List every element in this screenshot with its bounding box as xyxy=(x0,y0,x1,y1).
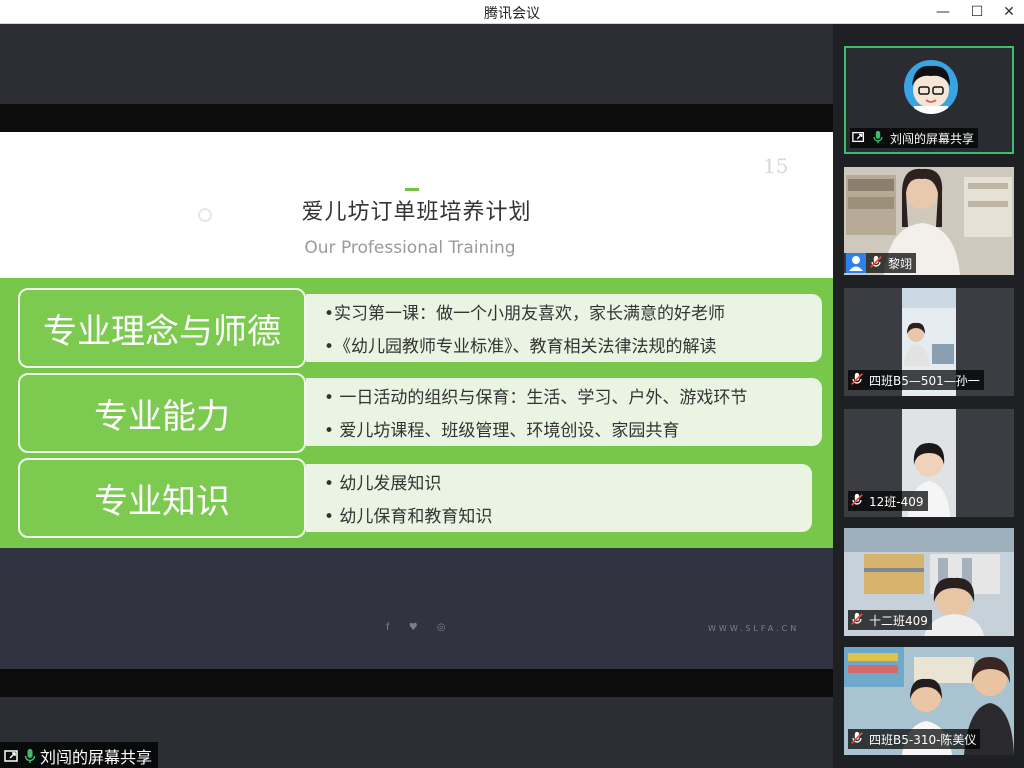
slide-subtitle: Our Professional Training xyxy=(304,238,516,258)
participant-tile[interactable]: 四班B5-310-陈美仪 xyxy=(844,647,1014,755)
mic-muted-icon xyxy=(869,255,885,271)
participant-tile[interactable]: 四班B5—501—孙一 xyxy=(844,288,1014,396)
participant-tile[interactable]: 刘闯的屏幕共享 xyxy=(844,46,1014,154)
slide-page-number: 15 xyxy=(763,154,789,178)
slide-title: 爱儿坊订单班培养计划 xyxy=(301,200,532,225)
training-plan-block: •实习第一课：做一个小朋友喜欢，家长满意的好老师 •《幼儿园教师专业标准》、教育… xyxy=(0,278,833,548)
participant-name: 12班-409 xyxy=(869,494,924,509)
section-description: • 一日活动的组织与保育：生活、学习、户外、游戏环节 • 爱儿坊课程、班级管理、… xyxy=(306,378,822,446)
screen-share-icon xyxy=(852,130,868,146)
section-line: • 一日活动的组织与保育：生活、学习、户外、游戏环节 xyxy=(324,388,748,408)
participant-name: 四班B5-310-陈美仪 xyxy=(869,732,977,747)
shared-screen-area[interactable]: 15 爱儿坊订单班培养计划 Our Professional Training … xyxy=(0,24,833,768)
participant-tile[interactable]: 十二班409 xyxy=(844,528,1014,636)
share-top-margin xyxy=(0,24,833,104)
participant-name: 刘闯的屏幕共享 xyxy=(890,131,975,146)
mic-muted-icon xyxy=(850,612,866,628)
footer-url: WWW.SLFA.CN xyxy=(708,624,800,633)
participant-name-tag: 四班B5-310-陈美仪 xyxy=(848,729,981,749)
mic-on-icon xyxy=(22,748,38,764)
mic-muted-icon xyxy=(850,372,866,388)
participant-tile[interactable]: 黎翊 xyxy=(844,167,1014,275)
participant-name-tag: 十二班409 xyxy=(848,610,932,630)
participant-name-tag: 刘闯的屏幕共享 xyxy=(850,128,979,148)
sharer-name: 刘闯的屏幕共享 xyxy=(40,748,153,767)
section-line: •《幼儿园教师专业标准》、教育相关法律法规的解读 xyxy=(324,337,717,357)
section-line: •实习第一课：做一个小朋友喜欢，家长满意的好老师 xyxy=(324,304,726,324)
app-title: 腾讯会议 xyxy=(484,6,540,22)
section-line: • 幼儿保育和教育知识 xyxy=(324,507,493,527)
mic-muted-icon xyxy=(850,493,866,509)
title-accent-bar xyxy=(405,188,419,191)
section-line: • 爱儿坊课程、班级管理、环境创设、家园共育 xyxy=(324,421,680,441)
section-label: 专业知识 xyxy=(18,458,306,538)
minimize-button[interactable]: — xyxy=(932,2,954,22)
section-label: 专业能力 xyxy=(18,373,306,453)
screen-share-icon xyxy=(4,748,20,764)
participant-name: 黎翊 xyxy=(888,256,913,271)
share-letterbox-bottom xyxy=(0,669,833,697)
section-description: •实习第一课：做一个小朋友喜欢，家长满意的好老师 •《幼儿园教师专业标准》、教育… xyxy=(306,294,822,362)
presentation-slide: 15 爱儿坊订单班培养计划 Our Professional Training … xyxy=(0,132,833,669)
maximize-button[interactable]: ☐ xyxy=(966,2,988,22)
participant-name: 四班B5—501—孙一 xyxy=(869,373,980,388)
avatar xyxy=(904,60,958,114)
close-button[interactable]: ✕ xyxy=(998,2,1020,22)
social-icons: f ♥ ◎ xyxy=(386,622,454,633)
participant-tile[interactable]: 12班-409 xyxy=(844,409,1014,517)
participant-sidebar[interactable]: 刘闯的屏幕共享 黎翊 四班B5—501—孙一 12班-409 十二班409 四班… xyxy=(833,24,1024,768)
share-letterbox-top xyxy=(0,104,833,132)
participant-name: 十二班409 xyxy=(869,613,928,628)
participant-name-tag: 四班B5—501—孙一 xyxy=(848,370,984,390)
slide-header: 15 爱儿坊订单班培养计划 Our Professional Training xyxy=(0,132,833,278)
section-label: 专业理念与师德 xyxy=(18,288,306,368)
section-description: • 幼儿发展知识 • 幼儿保育和教育知识 xyxy=(306,464,812,532)
user-icon xyxy=(846,253,866,273)
section-line: • 幼儿发展知识 xyxy=(324,474,442,494)
title-bar: 腾讯会议 — ☐ ✕ xyxy=(0,0,1024,24)
mic-muted-icon xyxy=(850,731,866,747)
mic-on-icon xyxy=(871,130,887,146)
screen-share-indicator: 刘闯的屏幕共享 xyxy=(0,742,159,768)
participant-name-tag: 12班-409 xyxy=(848,491,928,511)
participant-name-tag: 黎翊 xyxy=(844,253,917,273)
